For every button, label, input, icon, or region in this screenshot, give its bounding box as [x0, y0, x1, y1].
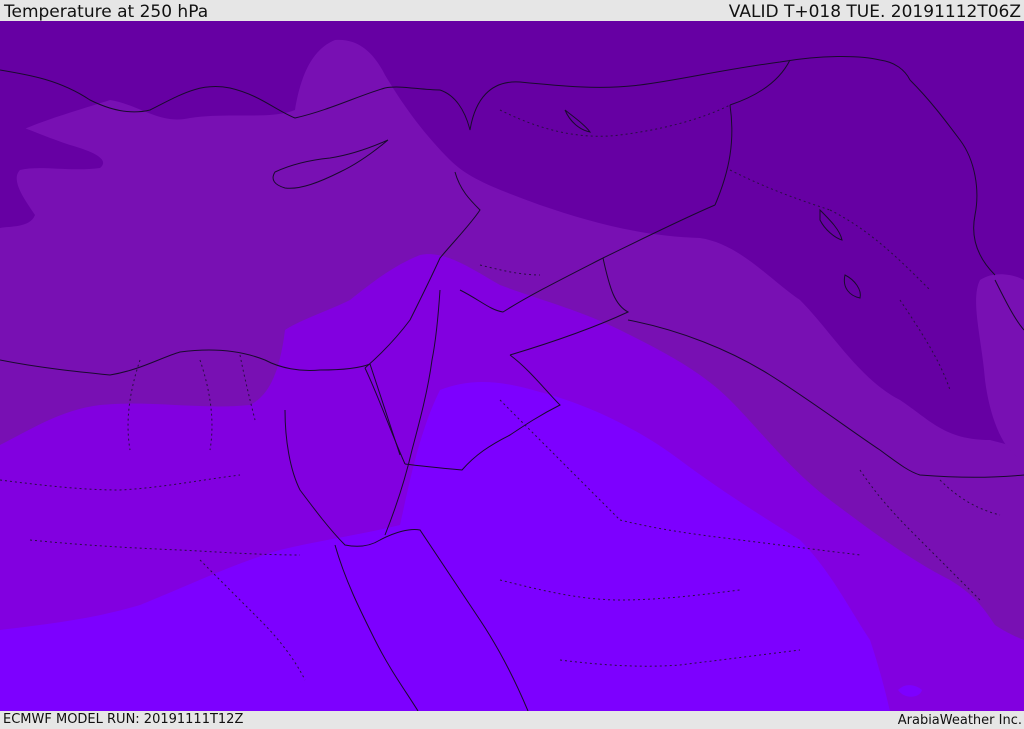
model-run-label: ECMWF MODEL RUN: 20191111T12Z [3, 712, 244, 727]
map-title: Temperature at 250 hPa [4, 2, 209, 22]
temperature-map [0, 21, 1024, 711]
forecast-map-page: Temperature at 250 hPa VALID T+018 TUE. … [0, 0, 1024, 729]
valid-time-label: VALID T+018 TUE. 20191112T06Z [728, 2, 1021, 22]
credit-label: ArabiaWeather Inc. [897, 713, 1022, 728]
map-footer: ECMWF MODEL RUN: 20191111T12Z ArabiaWeat… [0, 711, 1024, 729]
temperature-map-svg [0, 21, 1024, 711]
map-header: Temperature at 250 hPa VALID T+018 TUE. … [0, 0, 1024, 22]
